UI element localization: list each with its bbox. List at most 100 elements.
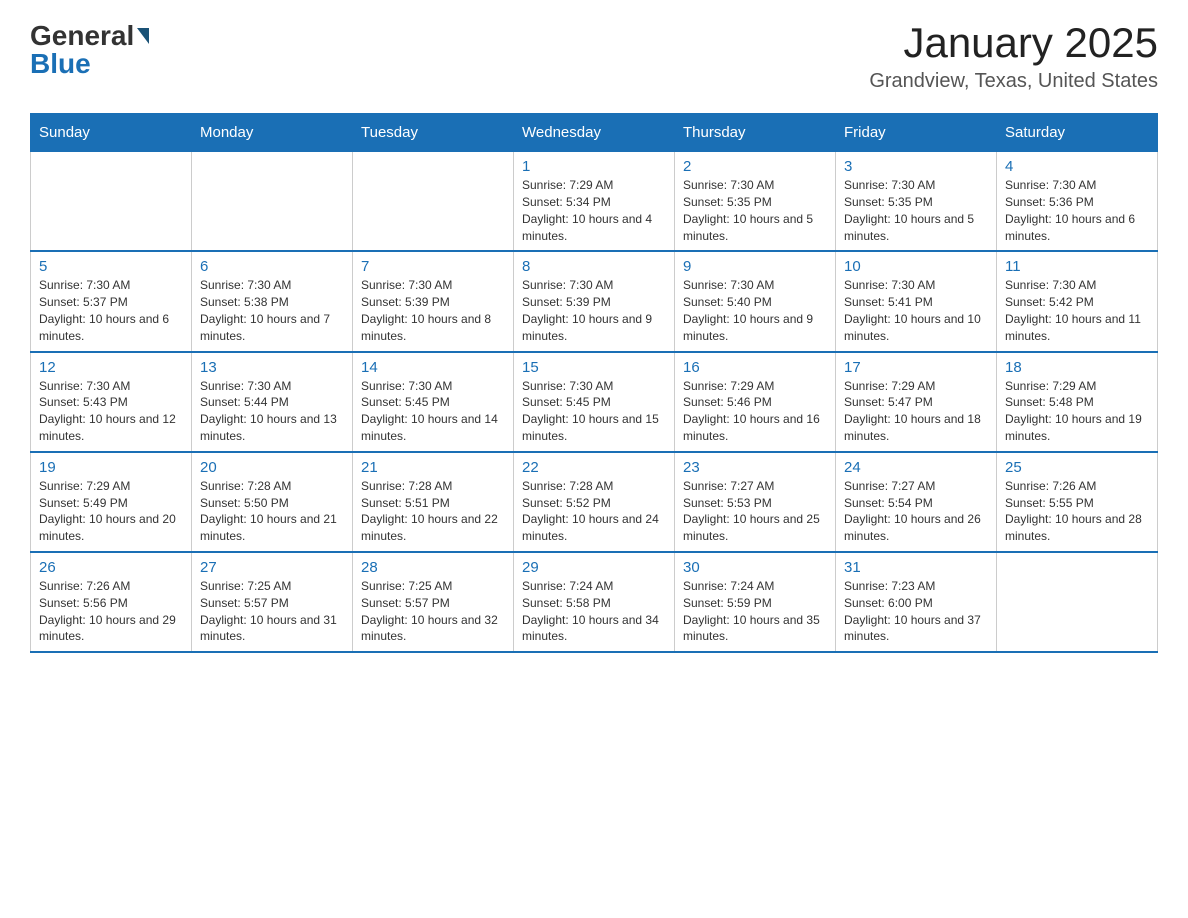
calendar-cell (192, 152, 353, 252)
day-info: Sunrise: 7:24 AM Sunset: 5:58 PM Dayligh… (522, 578, 666, 645)
day-info: Sunrise: 7:30 AM Sunset: 5:41 PM Dayligh… (844, 277, 988, 344)
day-info: Sunrise: 7:23 AM Sunset: 6:00 PM Dayligh… (844, 578, 988, 645)
calendar-cell: 27 Sunrise: 7:25 AM Sunset: 5:57 PM Dayli… (192, 552, 353, 652)
calendar-cell: 17 Sunrise: 7:29 AM Sunset: 5:47 PM Dayli… (836, 352, 997, 452)
day-info: Sunrise: 7:30 AM Sunset: 5:37 PM Dayligh… (39, 277, 183, 344)
calendar-cell: 21 Sunrise: 7:28 AM Sunset: 5:51 PM Dayli… (353, 452, 514, 552)
day-info: Sunrise: 7:24 AM Sunset: 5:59 PM Dayligh… (683, 578, 827, 645)
day-info: Sunrise: 7:30 AM Sunset: 5:43 PM Dayligh… (39, 378, 183, 445)
day-info: Sunrise: 7:28 AM Sunset: 5:51 PM Dayligh… (361, 478, 505, 545)
calendar-cell: 24 Sunrise: 7:27 AM Sunset: 5:54 PM Dayli… (836, 452, 997, 552)
calendar-week-row: 26Sunrise: 7:26 AM Sunset: 5:56 PM Dayli… (31, 552, 1158, 652)
calendar-table: SundayMondayTuesdayWednesdayThursdayFrid… (30, 113, 1158, 653)
day-info: Sunrise: 7:30 AM Sunset: 5:40 PM Dayligh… (683, 277, 827, 344)
day-info: Sunrise: 7:29 AM Sunset: 5:47 PM Dayligh… (844, 378, 988, 445)
day-info: Sunrise: 7:27 AM Sunset: 5:54 PM Dayligh… (844, 478, 988, 545)
calendar-header-row: SundayMondayTuesdayWednesdayThursdayFrid… (31, 114, 1158, 152)
month-title: January 2025 (869, 20, 1158, 66)
day-number: 24 (844, 459, 988, 476)
calendar-cell: 5Sunrise: 7:30 AM Sunset: 5:37 PM Daylig… (31, 251, 192, 351)
calendar-cell: 12 Sunrise: 7:30 AM Sunset: 5:43 PM Dayli… (31, 352, 192, 452)
day-info: Sunrise: 7:27 AM Sunset: 5:53 PM Dayligh… (683, 478, 827, 545)
day-info: Sunrise: 7:30 AM Sunset: 5:45 PM Dayligh… (522, 378, 666, 445)
day-info: Sunrise: 7:30 AM Sunset: 5:45 PM Dayligh… (361, 378, 505, 445)
calendar-cell: 14 Sunrise: 7:30 AM Sunset: 5:45 PM Dayli… (353, 352, 514, 452)
calendar-week-row: 5Sunrise: 7:30 AM Sunset: 5:37 PM Daylig… (31, 251, 1158, 351)
day-info: Sunrise: 7:30 AM Sunset: 5:39 PM Dayligh… (361, 277, 505, 344)
day-number: 29 (522, 559, 666, 576)
day-number: 13 (200, 359, 344, 376)
day-number: 10 (844, 258, 988, 275)
calendar-cell: 31 Sunrise: 7:23 AM Sunset: 6:00 PM Dayli… (836, 552, 997, 652)
day-number: 17 (844, 359, 988, 376)
day-info: Sunrise: 7:26 AM Sunset: 5:55 PM Dayligh… (1005, 478, 1149, 545)
day-info: Sunrise: 7:28 AM Sunset: 5:50 PM Dayligh… (200, 478, 344, 545)
calendar-cell: 9 Sunrise: 7:30 AM Sunset: 5:40 PM Daylig… (675, 251, 836, 351)
calendar-cell: 25 Sunrise: 7:26 AM Sunset: 5:55 PM Dayli… (997, 452, 1158, 552)
day-number: 28 (361, 559, 505, 576)
day-number: 15 (522, 359, 666, 376)
calendar-cell: 19 Sunrise: 7:29 AM Sunset: 5:49 PM Dayli… (31, 452, 192, 552)
day-number: 1 (522, 158, 666, 175)
day-number: 8 (522, 258, 666, 275)
calendar-header-monday: Monday (192, 114, 353, 152)
calendar-cell (997, 552, 1158, 652)
day-number: 14 (361, 359, 505, 376)
day-number: 22 (522, 459, 666, 476)
day-info: Sunrise: 7:30 AM Sunset: 5:42 PM Dayligh… (1005, 277, 1149, 344)
calendar-cell: 13Sunrise: 7:30 AM Sunset: 5:44 PM Dayli… (192, 352, 353, 452)
calendar-cell: 16Sunrise: 7:29 AM Sunset: 5:46 PM Dayli… (675, 352, 836, 452)
day-number: 21 (361, 459, 505, 476)
day-number: 3 (844, 158, 988, 175)
calendar-cell: 22 Sunrise: 7:28 AM Sunset: 5:52 PM Dayli… (514, 452, 675, 552)
day-number: 12 (39, 359, 183, 376)
page-header: General Blue January 2025 Grandview, Tex… (30, 20, 1158, 93)
day-info: Sunrise: 7:26 AM Sunset: 5:56 PM Dayligh… (39, 578, 183, 645)
day-info: Sunrise: 7:25 AM Sunset: 5:57 PM Dayligh… (200, 578, 344, 645)
day-info: Sunrise: 7:30 AM Sunset: 5:35 PM Dayligh… (844, 177, 988, 244)
day-number: 31 (844, 559, 988, 576)
day-info: Sunrise: 7:29 AM Sunset: 5:49 PM Dayligh… (39, 478, 183, 545)
logo: General Blue (30, 20, 151, 80)
day-number: 16 (683, 359, 827, 376)
calendar-cell: 10 Sunrise: 7:30 AM Sunset: 5:41 PM Dayli… (836, 251, 997, 351)
day-info: Sunrise: 7:25 AM Sunset: 5:57 PM Dayligh… (361, 578, 505, 645)
day-number: 6 (200, 258, 344, 275)
calendar-header-tuesday: Tuesday (353, 114, 514, 152)
day-number: 30 (683, 559, 827, 576)
day-number: 27 (200, 559, 344, 576)
calendar-cell: 18Sunrise: 7:29 AM Sunset: 5:48 PM Dayli… (997, 352, 1158, 452)
logo-arrow-icon (137, 28, 149, 44)
day-number: 9 (683, 258, 827, 275)
calendar-cell: 8Sunrise: 7:30 AM Sunset: 5:39 PM Daylig… (514, 251, 675, 351)
calendar-header-wednesday: Wednesday (514, 114, 675, 152)
day-number: 19 (39, 459, 183, 476)
calendar-cell: 26Sunrise: 7:26 AM Sunset: 5:56 PM Dayli… (31, 552, 192, 652)
day-info: Sunrise: 7:30 AM Sunset: 5:36 PM Dayligh… (1005, 177, 1149, 244)
calendar-week-row: 1 Sunrise: 7:29 AM Sunset: 5:34 PM Daylig… (31, 152, 1158, 252)
calendar-cell: 23 Sunrise: 7:27 AM Sunset: 5:53 PM Dayli… (675, 452, 836, 552)
title-section: January 2025 Grandview, Texas, United St… (869, 20, 1158, 93)
day-number: 25 (1005, 459, 1149, 476)
calendar-header-sunday: Sunday (31, 114, 192, 152)
location-text: Grandview, Texas, United States (869, 70, 1158, 93)
calendar-cell: 4 Sunrise: 7:30 AM Sunset: 5:36 PM Daylig… (997, 152, 1158, 252)
day-info: Sunrise: 7:29 AM Sunset: 5:34 PM Dayligh… (522, 177, 666, 244)
day-number: 23 (683, 459, 827, 476)
calendar-cell: 7 Sunrise: 7:30 AM Sunset: 5:39 PM Daylig… (353, 251, 514, 351)
day-info: Sunrise: 7:30 AM Sunset: 5:38 PM Dayligh… (200, 277, 344, 344)
calendar-header-friday: Friday (836, 114, 997, 152)
logo-blue-text: Blue (30, 48, 91, 79)
day-number: 4 (1005, 158, 1149, 175)
calendar-cell: 1 Sunrise: 7:29 AM Sunset: 5:34 PM Daylig… (514, 152, 675, 252)
calendar-cell: 20Sunrise: 7:28 AM Sunset: 5:50 PM Dayli… (192, 452, 353, 552)
day-number: 2 (683, 158, 827, 175)
day-number: 7 (361, 258, 505, 275)
day-info: Sunrise: 7:28 AM Sunset: 5:52 PM Dayligh… (522, 478, 666, 545)
calendar-week-row: 19 Sunrise: 7:29 AM Sunset: 5:49 PM Dayli… (31, 452, 1158, 552)
calendar-cell: 29 Sunrise: 7:24 AM Sunset: 5:58 PM Dayli… (514, 552, 675, 652)
calendar-header-saturday: Saturday (997, 114, 1158, 152)
calendar-cell: 11Sunrise: 7:30 AM Sunset: 5:42 PM Dayli… (997, 251, 1158, 351)
calendar-header-thursday: Thursday (675, 114, 836, 152)
calendar-cell: 3 Sunrise: 7:30 AM Sunset: 5:35 PM Daylig… (836, 152, 997, 252)
